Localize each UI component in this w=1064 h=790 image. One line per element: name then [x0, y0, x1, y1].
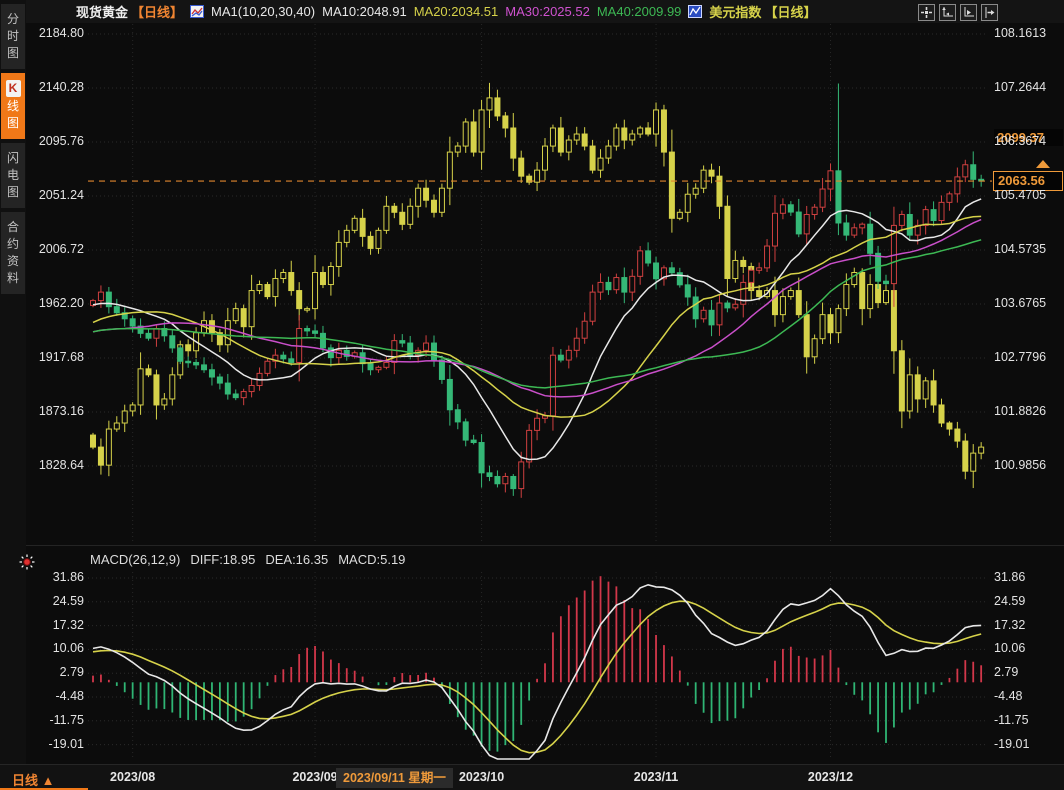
left-axis-label: 2006.72: [28, 242, 84, 256]
left-sidebar: 分时图 K线图闪电图合约资料: [0, 0, 26, 764]
sidebar-tab-K线图[interactable]: K线图: [1, 73, 25, 139]
right-axis-label: 103.6765: [994, 296, 1062, 310]
macd-right-axis-label: -11.75: [994, 713, 1062, 727]
x-axis-month-label: 2023/08: [110, 770, 155, 784]
macd-header: MACD(26,12,9) DIFF:18.95 DEA:16.35 MACD:…: [90, 552, 405, 567]
chart-header: 现货黄金 【日线】 MA1(10,20,30,40) MA10:2048.91 …: [26, 0, 1064, 23]
macd-left-axis-label: -19.01: [28, 737, 84, 751]
left-axis-label: 1962.20: [28, 296, 84, 310]
last-price-arrow-icon: [1036, 160, 1050, 168]
overlay-symbol-name: 美元指数: [709, 2, 761, 21]
right-axis-label: 107.2644: [994, 80, 1062, 94]
overlay-indicator-icon[interactable]: [688, 5, 702, 18]
symbol-period: 【日线】: [131, 2, 183, 21]
chart-plot-area[interactable]: [0, 0, 1064, 790]
sidebar-tab-分时图[interactable]: 分时图: [1, 4, 25, 69]
axis-scale-left-icon[interactable]: [939, 4, 956, 21]
macd-right-axis-label: 2.79: [994, 665, 1062, 679]
macd-macd-value: MACD:5.19: [338, 552, 405, 567]
macd-left-axis-label: -4.48: [28, 689, 84, 703]
macd-dea-value: DEA:16.35: [265, 552, 328, 567]
ma20-value: MA20:2034.51: [414, 4, 499, 19]
macd-diff-value: DIFF:18.95: [190, 552, 255, 567]
chart-application: 现货黄金 【日线】 MA1(10,20,30,40) MA10:2048.91 …: [0, 0, 1064, 790]
period-selector-button[interactable]: 日线 ▲: [12, 770, 55, 789]
right-axis-label: 100.9856: [994, 458, 1062, 472]
ma30-value: MA30:2025.52: [505, 4, 590, 19]
ma40-value: MA40:2009.99: [597, 4, 682, 19]
macd-left-axis-label: 17.32: [28, 618, 84, 632]
macd-left-axis-label: 31.86: [28, 570, 84, 584]
x-axis-month-label: 2023/11: [634, 770, 679, 784]
left-axis-label: 2051.24: [28, 188, 84, 202]
right-axis-label: 108.1613: [994, 26, 1062, 40]
macd-left-axis-label: 10.06: [28, 641, 84, 655]
chart-toolbar: [918, 4, 998, 21]
x-axis-month-label: 2023/12: [808, 770, 853, 784]
macd-title: MACD(26,12,9): [90, 552, 180, 567]
macd-right-axis-label: 24.59: [994, 594, 1062, 608]
alert-flash-icon[interactable]: [18, 553, 36, 571]
left-axis-label: 2184.80: [28, 26, 84, 40]
x-axis-month-label: 2023/09: [292, 770, 337, 784]
x-axis-month-label: 2023/10: [459, 770, 504, 784]
ma10-value: MA10:2048.91: [322, 4, 407, 19]
macd-right-axis-label: 31.86: [994, 570, 1062, 584]
right-axis-label: 102.7796: [994, 350, 1062, 364]
macd-right-axis-label: 10.06: [994, 641, 1062, 655]
ma-group-label: MA1(10,20,30,40): [211, 4, 315, 19]
sidebar-tab-闪电图[interactable]: 闪电图: [1, 143, 25, 208]
crosshair-date-tooltip: 2023/09/11 星期一: [336, 768, 453, 788]
panel-separator: [26, 545, 1064, 546]
macd-right-axis-label: -19.01: [994, 737, 1062, 751]
move-icon[interactable]: [918, 4, 935, 21]
right-axis-label: 104.5735: [994, 242, 1062, 256]
macd-right-axis-label: 17.32: [994, 618, 1062, 632]
overlay-symbol-period: 【日线】: [764, 2, 816, 21]
left-axis-label: 1873.16: [28, 404, 84, 418]
indicator-icon[interactable]: [190, 5, 204, 18]
right-axis-label: 101.8826: [994, 404, 1062, 418]
macd-left-axis-label: 2.79: [28, 665, 84, 679]
left-axis-label: 2140.28: [28, 80, 84, 94]
symbol-name: 现货黄金: [76, 2, 128, 21]
date-axis-bar: 日线 ▲ 2023/08 2023/09 2023/10 2023/11 2023/12…: [0, 764, 1064, 790]
axis-scale-right-icon[interactable]: [960, 4, 977, 21]
right-axis-label: 106.3674: [994, 134, 1062, 148]
shift-latest-icon[interactable]: [981, 4, 998, 21]
left-axis-label: 1828.64: [28, 458, 84, 472]
left-axis-label: 2095.76: [28, 134, 84, 148]
left-axis-label: 1917.68: [28, 350, 84, 364]
macd-left-axis-label: -11.75: [28, 713, 84, 727]
macd-left-axis-label: 24.59: [28, 594, 84, 608]
sidebar-tab-合约资料[interactable]: 合约资料: [1, 212, 25, 294]
right-axis-label: 105.4705: [994, 188, 1062, 202]
macd-right-axis-label: -4.48: [994, 689, 1062, 703]
